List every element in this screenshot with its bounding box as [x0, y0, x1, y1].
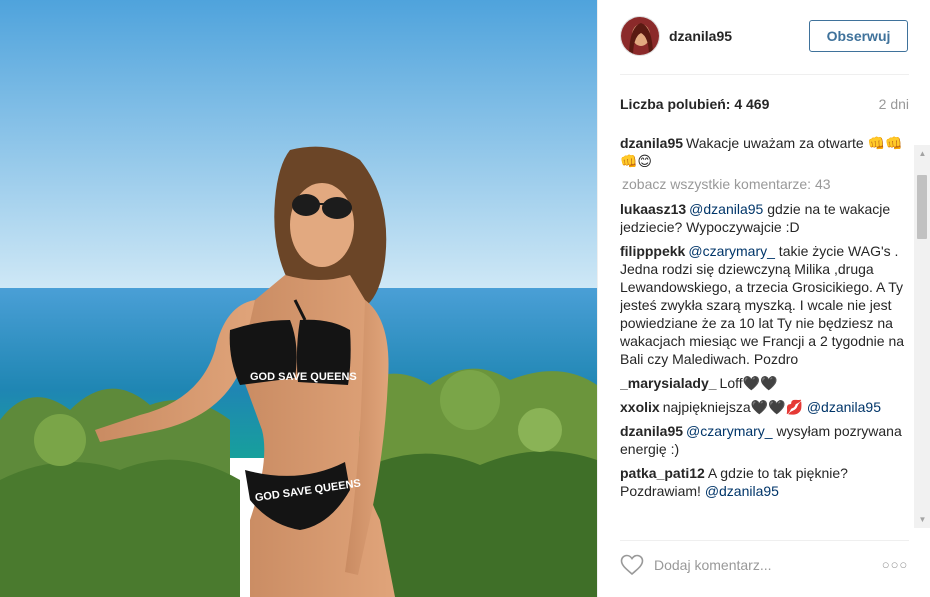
post-footer: ○○○	[620, 551, 909, 581]
follow-button[interactable]: Obserwuj	[809, 20, 908, 52]
comment: xxolix najpiękniejsza🖤🖤💋 @dzanila95	[620, 398, 910, 416]
view-all-comments-link[interactable]: zobacz wszystkie komentarze: 43	[622, 176, 910, 192]
comment-text: takie życie WAG's . Jedna rodzi się dzie…	[620, 243, 905, 367]
likes-row: Liczba polubień: 4 469 2 dni	[620, 96, 909, 116]
username-link[interactable]: dzanila95	[669, 28, 732, 44]
comment-author[interactable]: filipppekk	[620, 243, 685, 259]
post-time[interactable]: 2 dni	[879, 96, 909, 112]
scroll-up-arrow-icon[interactable]: ▲	[914, 145, 930, 162]
scroll-down-arrow-icon[interactable]: ▼	[914, 511, 930, 528]
mention-link[interactable]: @czarymary_	[688, 243, 775, 259]
comment: filipppekk @czarymary_ takie życie WAG's …	[620, 242, 910, 368]
comment-author[interactable]: lukaasz13	[620, 201, 686, 217]
comment-input[interactable]	[654, 553, 854, 577]
divider	[620, 74, 909, 75]
mention-link[interactable]: @dzanila95	[705, 483, 779, 499]
comment-author[interactable]: patka_pati12	[620, 465, 705, 481]
scrollbar-thumb[interactable]	[917, 175, 927, 239]
avatar[interactable]	[620, 16, 660, 56]
post-header: dzanila95 Obserwuj	[598, 0, 930, 74]
post-photo[interactable]: GOD SAVE QUEENS GOD SAVE QUEENS	[0, 0, 597, 597]
comment: _marysialady_ Loff🖤🖤	[620, 374, 910, 392]
comment-author[interactable]: dzanila95	[620, 423, 683, 439]
post-sidebar: dzanila95 Obserwuj Liczba polubień: 4 46…	[597, 0, 930, 597]
mention-link[interactable]: @czarymary_	[686, 423, 773, 439]
mention-link[interactable]: @dzanila95	[689, 201, 763, 217]
instagram-post-modal: GOD SAVE QUEENS GOD SAVE QUEENS dzanila9…	[0, 0, 930, 597]
caption: dzanila95 Wakacje uważam za otwarte 👊👊👊😊	[620, 134, 910, 170]
divider	[620, 540, 909, 541]
comment: dzanila95 @czarymary_ wysyłam pozrywana e…	[620, 422, 910, 458]
likes-count[interactable]: Liczba polubień: 4 469	[620, 96, 769, 112]
comment-text: najpiękniejsza🖤🖤💋	[662, 399, 807, 415]
more-options-icon[interactable]: ○○○	[881, 551, 909, 579]
bikini-top-print: GOD SAVE QUEENS	[250, 371, 357, 383]
comment-author[interactable]: dzanila95	[620, 135, 683, 151]
mention-link[interactable]: @dzanila95	[807, 399, 881, 415]
heart-icon[interactable]	[620, 554, 644, 576]
photo-illustration: GOD SAVE QUEENS GOD SAVE QUEENS	[0, 0, 597, 597]
comment-author[interactable]: xxolix	[620, 399, 660, 415]
comments-list: dzanila95 Wakacje uważam za otwarte 👊👊👊😊 …	[620, 134, 910, 528]
comment-text: Loff🖤🖤	[719, 375, 778, 391]
comments-scrollbar[interactable]: ▲ ▼	[914, 145, 930, 528]
comment: patka_pati12 A gdzie to tak pięknie? Pozd…	[620, 464, 910, 500]
comment-author[interactable]: _marysialady_	[620, 375, 717, 391]
comment: lukaasz13 @dzanila95 gdzie na te wakacje …	[620, 200, 910, 236]
